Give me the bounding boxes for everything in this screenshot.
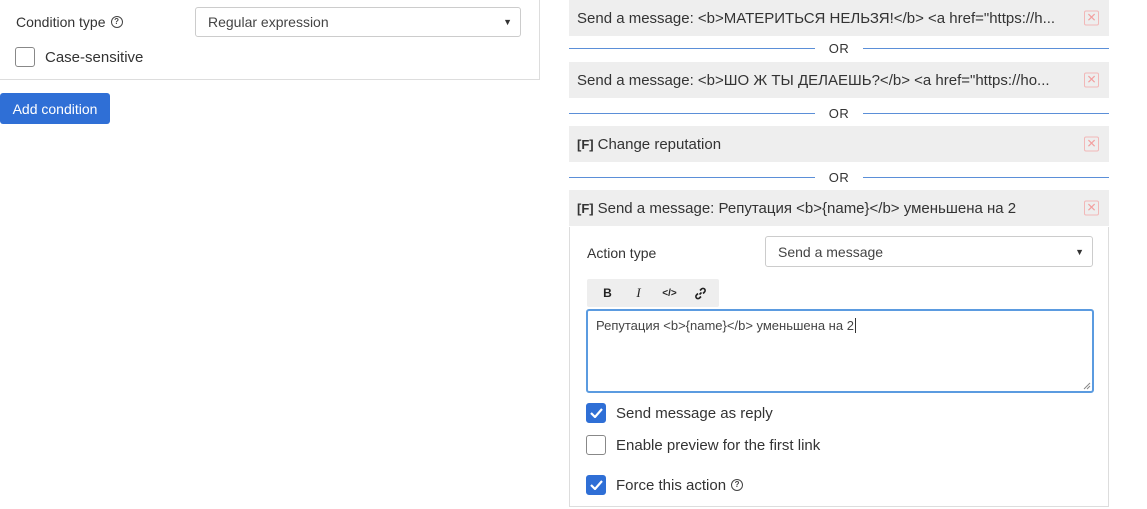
force-action-label: Force this action — [616, 476, 727, 494]
action-item[interactable]: Send a message: <b>МАТЕРИТЬСЯ НЕЛЬЗЯ!</b… — [569, 0, 1109, 36]
enable-preview-label: Enable preview for the first link — [616, 436, 821, 454]
bold-button[interactable]: B — [595, 282, 620, 304]
action-item-expanded-header[interactable]: [F] Send a message: Репутация <b>{name}<… — [569, 190, 1109, 226]
enable-preview-checkbox[interactable] — [586, 435, 606, 455]
help-icon[interactable]: ? — [110, 16, 123, 28]
close-icon[interactable]: ✕ — [1084, 136, 1099, 152]
close-icon[interactable]: ✕ — [1084, 200, 1099, 216]
send-as-reply-checkbox[interactable] — [586, 403, 606, 423]
or-separator: OR — [569, 41, 1109, 56]
action-item[interactable]: [F] Change reputation ✕ — [569, 126, 1109, 162]
force-flag: [F] — [577, 136, 594, 152]
case-sensitive-row[interactable]: Case-sensitive — [15, 47, 143, 67]
link-button[interactable] — [688, 282, 713, 304]
message-textarea[interactable]: Репутация <b>{name}</b> уменьшена на 2 — [586, 309, 1094, 393]
link-icon — [695, 287, 706, 299]
condition-type-select[interactable]: Regular expression ▼ — [195, 7, 521, 37]
case-sensitive-checkbox[interactable] — [15, 47, 35, 67]
resize-grip-icon[interactable] — [1082, 381, 1091, 390]
action-item-text: Change reputation — [597, 135, 722, 153]
close-icon[interactable]: ✕ — [1084, 72, 1099, 88]
or-separator: OR — [569, 170, 1109, 185]
send-as-reply-row[interactable]: Send message as reply — [586, 403, 773, 423]
or-separator: OR — [569, 106, 1109, 121]
action-editor: Action type Send a message ▼ B I </> Реп… — [569, 227, 1109, 507]
force-action-checkbox[interactable] — [586, 475, 606, 495]
action-item-text: Send a message: Репутация <b>{name}</b> … — [597, 199, 1017, 217]
send-as-reply-label: Send message as reply — [616, 404, 773, 422]
add-condition-button[interactable]: Add condition — [0, 93, 110, 124]
action-item-text: Send a message: <b>МАТЕРИТЬСЯ НЕЛЬЗЯ!</b… — [577, 9, 1056, 27]
action-item[interactable]: Send a message: <b>ШО Ж ТЫ ДЕЛАЕШЬ?</b> … — [569, 62, 1109, 98]
condition-type-label: Condition type ? — [16, 14, 123, 30]
case-sensitive-label: Case-sensitive — [45, 48, 144, 66]
force-flag: [F] — [577, 200, 594, 216]
caret-down-icon: ▼ — [503, 17, 512, 27]
enable-preview-row[interactable]: Enable preview for the first link — [586, 435, 820, 455]
caret-down-icon: ▼ — [1075, 246, 1084, 257]
italic-button[interactable]: I — [626, 282, 651, 304]
format-toolbar: B I </> — [587, 279, 719, 307]
action-type-select[interactable]: Send a message ▼ — [765, 236, 1093, 267]
action-type-label: Action type — [587, 245, 657, 261]
help-icon[interactable]: ? — [731, 479, 744, 491]
force-action-row[interactable]: Force this action ? — [586, 475, 744, 495]
code-button[interactable]: </> — [657, 282, 682, 304]
close-icon[interactable]: ✕ — [1084, 10, 1099, 26]
action-item-text: Send a message: <b>ШО Ж ТЫ ДЕЛАЕШЬ?</b> … — [577, 71, 1050, 89]
condition-card: Condition type ? Regular expression ▼ Ca… — [0, 0, 540, 80]
